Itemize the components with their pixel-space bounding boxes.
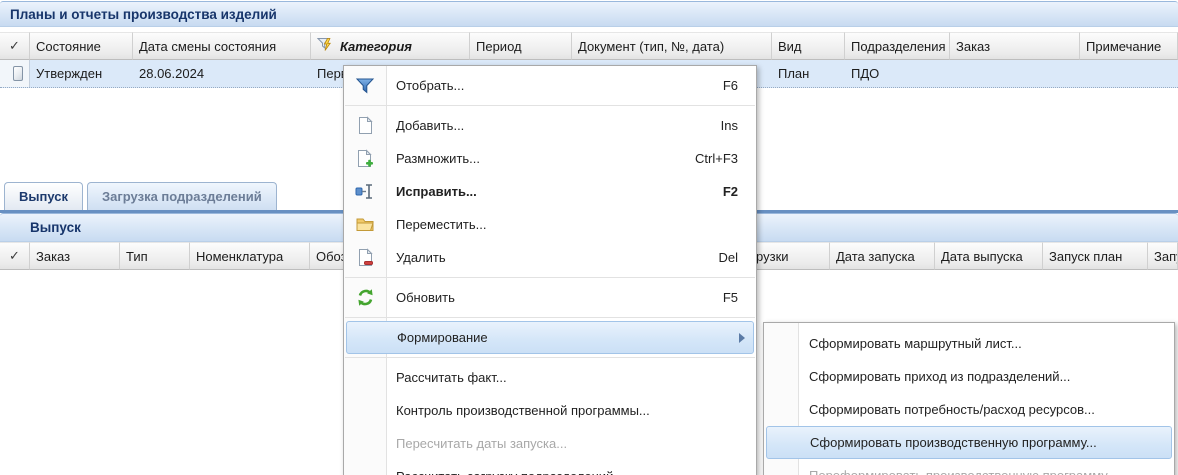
menu-item-duplicate[interactable]: Размножить... Ctrl+F3 bbox=[344, 142, 756, 175]
formirovanie-submenu: Сформировать маршрутный лист... Сформиро… bbox=[763, 322, 1175, 475]
column-header-period[interactable]: Период bbox=[470, 32, 572, 60]
cell-department: ПДО bbox=[845, 60, 950, 87]
submenu-item-production-program[interactable]: Сформировать производственную программу.… bbox=[766, 426, 1172, 459]
column-header-state[interactable]: Состояние bbox=[30, 32, 133, 60]
cell-state: Утвержден bbox=[30, 60, 133, 87]
column-header-state-change-date[interactable]: Дата смены состояния bbox=[133, 32, 311, 60]
submenu-item-reform-production-program: Переформировать производственную програм… bbox=[764, 459, 1174, 475]
menu-item-delete[interactable]: Удалить Del bbox=[344, 241, 756, 274]
column-header-release-date[interactable]: Дата выпуска bbox=[935, 242, 1043, 270]
submenu-item-receipt-from-departments[interactable]: Сформировать приход из подразделений... bbox=[764, 360, 1174, 393]
folder-icon bbox=[353, 215, 377, 235]
edit-document-icon bbox=[353, 182, 377, 202]
check-column-header[interactable]: ✓ bbox=[0, 32, 30, 60]
column-header-launch-fact[interactable]: Запуск факт bbox=[1148, 242, 1178, 270]
cell-state-change-date: 28.06.2024 bbox=[133, 60, 311, 87]
check-icon: ✓ bbox=[9, 248, 20, 264]
plans-panel-title: Планы и отчеты производства изделий bbox=[0, 1, 1178, 27]
cell-kind: План bbox=[772, 60, 845, 87]
refresh-icon bbox=[353, 288, 377, 308]
menu-item-calc-fact[interactable]: Рассчитать факт... bbox=[344, 361, 756, 394]
submenu-item-resource-demand[interactable]: Сформировать потребность/расход ресурсов… bbox=[764, 393, 1174, 426]
menu-separator bbox=[345, 317, 755, 318]
cell-order bbox=[950, 60, 1080, 87]
column-header-launch-date[interactable]: Дата запуска bbox=[830, 242, 935, 270]
column-header-note[interactable]: Примечание bbox=[1080, 32, 1178, 60]
column-header-kind[interactable]: Вид bbox=[772, 32, 845, 60]
duplicate-document-icon bbox=[353, 149, 377, 169]
row-checkbox[interactable] bbox=[13, 66, 23, 81]
column-header-order[interactable]: Заказ bbox=[950, 32, 1080, 60]
column-header-category[interactable]: Категория bbox=[311, 32, 470, 60]
menu-item-control-program[interactable]: Контроль производственной программы... bbox=[344, 394, 756, 427]
app-screen: Планы и отчеты производства изделий ✓ Со… bbox=[0, 0, 1178, 475]
submenu-arrow-icon bbox=[739, 333, 745, 343]
menu-item-refresh[interactable]: Обновить F5 bbox=[344, 281, 756, 314]
new-document-icon bbox=[353, 116, 377, 136]
context-menu: Отобрать... F6 Добавить... Ins bbox=[343, 65, 757, 475]
menu-item-edit[interactable]: Исправить... F2 bbox=[344, 175, 756, 208]
plans-panel-title-text: Планы и отчеты производства изделий bbox=[10, 7, 277, 22]
check-icon: ✓ bbox=[9, 38, 20, 54]
column-header-order-2[interactable]: Заказ bbox=[30, 242, 120, 270]
column-header-type[interactable]: Тип bbox=[120, 242, 190, 270]
menu-separator bbox=[345, 357, 755, 358]
menu-separator bbox=[345, 105, 755, 106]
tab-zagruzka-podrazdelenij[interactable]: Загрузка подразделений bbox=[87, 182, 277, 210]
menu-separator bbox=[345, 277, 755, 278]
menu-item-clipped-bottom[interactable]: Рассчитать загрузку подразделений... bbox=[344, 460, 756, 475]
cell-note bbox=[1080, 60, 1178, 87]
menu-item-add[interactable]: Добавить... Ins bbox=[344, 109, 756, 142]
tab-vypusk[interactable]: Выпуск bbox=[4, 182, 83, 210]
menu-item-formirovanie[interactable]: Формирование bbox=[346, 321, 754, 354]
delete-document-icon bbox=[353, 248, 377, 268]
filter-icon bbox=[353, 76, 377, 96]
vypusk-panel-title-text: Выпуск bbox=[30, 220, 81, 235]
menu-item-move[interactable]: Переместить... bbox=[344, 208, 756, 241]
column-header-document[interactable]: Документ (тип, №, дата) bbox=[572, 32, 772, 60]
column-header-launch-plan[interactable]: Запуск план bbox=[1043, 242, 1148, 270]
column-header-nomenclature[interactable]: Номенклатура bbox=[190, 242, 310, 270]
row-checkbox-cell bbox=[0, 60, 30, 87]
menu-item-filter[interactable]: Отобрать... F6 bbox=[344, 69, 756, 102]
menu-item-recalc-launch-dates: Пересчитать даты запуска... bbox=[344, 427, 756, 460]
column-header-department[interactable]: Подразделения bbox=[845, 32, 950, 60]
plans-table-header-row: ✓ Состояние Дата смены состояния Категор… bbox=[0, 32, 1178, 60]
filter-sort-icon bbox=[317, 37, 336, 56]
column-header-category-label: Категория bbox=[340, 39, 412, 54]
check-column-header-2[interactable]: ✓ bbox=[0, 242, 30, 270]
submenu-item-route-sheet[interactable]: Сформировать маршрутный лист... bbox=[764, 327, 1174, 360]
